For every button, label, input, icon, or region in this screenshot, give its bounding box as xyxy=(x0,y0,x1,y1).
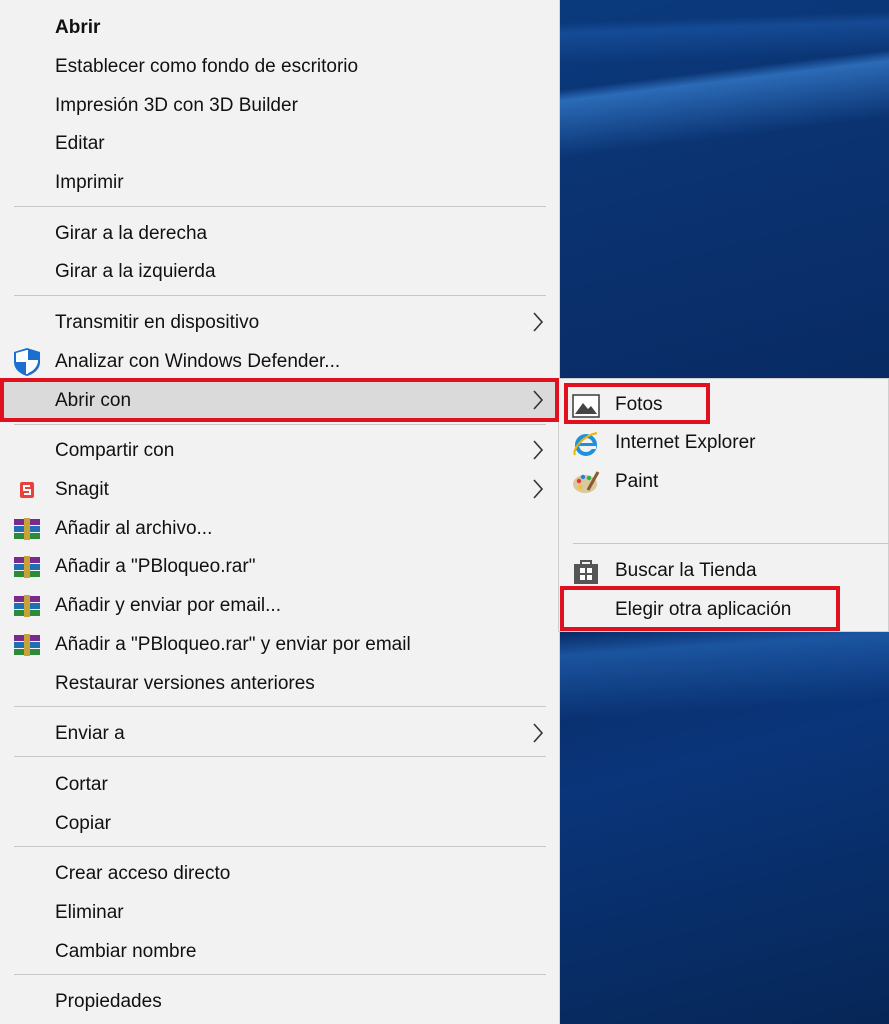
submenu-item-search-store[interactable]: Buscar la Tienda xyxy=(559,552,888,590)
menu-item-cut[interactable]: Cortar xyxy=(0,765,556,804)
winrar-icon xyxy=(12,515,42,543)
menu-item-rotate-left[interactable]: Girar a la izquierda xyxy=(0,252,556,291)
submenu-item-label: Paint xyxy=(615,471,659,492)
menu-item-restore-versions[interactable]: Restaurar versiones anteriores xyxy=(0,664,556,703)
menu-item-label: Transmitir en dispositivo xyxy=(55,311,260,333)
internet-explorer-icon xyxy=(571,430,601,458)
menu-item-properties[interactable]: Propiedades xyxy=(0,982,556,1021)
submenu-item-internet-explorer[interactable]: Internet Explorer xyxy=(559,424,888,462)
menu-item-label: Restaurar versiones anteriores xyxy=(55,672,315,694)
menu-separator xyxy=(14,706,546,707)
submenu-item-fotos[interactable]: Fotos xyxy=(559,386,888,424)
menu-item-label: Añadir a "PBloqueo.rar" xyxy=(55,555,256,577)
menu-item-label: Añadir y enviar por email... xyxy=(55,594,281,616)
menu-item-3d-print[interactable]: Impresión 3D con 3D Builder xyxy=(0,86,556,125)
snagit-icon xyxy=(12,476,42,504)
chevron-right-icon xyxy=(530,722,546,744)
chevron-right-icon xyxy=(530,478,546,500)
menu-item-label: Eliminar xyxy=(55,901,124,923)
menu-item-set-wallpaper[interactable]: Establecer como fondo de escritorio xyxy=(0,47,556,86)
winrar-icon xyxy=(12,553,42,581)
menu-item-share-with[interactable]: Compartir con xyxy=(0,431,556,470)
menu-item-copy[interactable]: Copiar xyxy=(0,804,556,843)
windows-defender-shield-icon xyxy=(12,348,42,376)
chevron-right-icon xyxy=(530,439,546,461)
chevron-right-icon xyxy=(530,389,546,411)
photos-icon xyxy=(571,392,601,420)
menu-item-label: Impresión 3D con 3D Builder xyxy=(55,94,298,116)
menu-item-editar[interactable]: Editar xyxy=(0,124,556,163)
menu-item-label: Girar a la derecha xyxy=(55,222,208,244)
menu-item-create-shortcut[interactable]: Crear acceso directo xyxy=(0,854,556,893)
menu-item-abrir[interactable]: Abrir xyxy=(0,8,556,47)
winrar-icon xyxy=(12,631,42,659)
menu-separator xyxy=(14,206,546,207)
menu-item-label: Enviar a xyxy=(55,722,125,744)
menu-item-label: Abrir con xyxy=(55,389,132,411)
paint-icon xyxy=(571,469,601,497)
menu-item-label: Snagit xyxy=(55,478,109,500)
menu-item-winrar-add-archive[interactable]: Añadir al archivo... xyxy=(0,509,556,548)
submenu-item-label: Elegir otra aplicación xyxy=(615,599,792,620)
chevron-right-icon xyxy=(530,311,546,333)
menu-item-open-with[interactable]: Abrir con xyxy=(0,381,556,420)
store-icon xyxy=(571,558,601,586)
menu-item-label: Analizar con Windows Defender... xyxy=(55,350,341,372)
menu-item-label: Girar a la izquierda xyxy=(55,260,216,282)
menu-item-rotate-right[interactable]: Girar a la derecha xyxy=(0,214,556,253)
submenu-item-label: Internet Explorer xyxy=(615,432,756,453)
menu-item-windows-defender[interactable]: Analizar con Windows Defender... xyxy=(0,342,556,381)
menu-separator xyxy=(14,424,546,425)
menu-item-label: Editar xyxy=(55,132,105,154)
submenu-item-label: Fotos xyxy=(615,394,663,415)
menu-item-label: Propiedades xyxy=(55,990,162,1012)
menu-item-label: Añadir a "PBloqueo.rar" y enviar por ema… xyxy=(55,633,411,655)
menu-item-rename[interactable]: Cambiar nombre xyxy=(0,932,556,971)
menu-item-winrar-add-pbloqueo[interactable]: Añadir a "PBloqueo.rar" xyxy=(0,547,556,586)
menu-separator xyxy=(14,756,546,757)
menu-item-label: Cambiar nombre xyxy=(55,940,197,962)
menu-item-delete[interactable]: Eliminar xyxy=(0,893,556,932)
menu-item-send-to[interactable]: Enviar a xyxy=(0,714,556,753)
open-with-submenu: Fotos Internet Explorer Paint Buscar la … xyxy=(558,378,889,632)
menu-item-label: Abrir xyxy=(55,16,101,38)
menu-item-snagit[interactable]: Snagit xyxy=(0,470,556,509)
submenu-item-paint[interactable]: Paint xyxy=(559,463,888,501)
menu-item-winrar-add-pbloqueo-email[interactable]: Añadir a "PBloqueo.rar" y enviar por ema… xyxy=(0,625,556,664)
context-menu: Abrir Establecer como fondo de escritori… xyxy=(0,0,560,1024)
menu-item-label: Compartir con xyxy=(55,439,175,461)
menu-item-winrar-add-email[interactable]: Añadir y enviar por email... xyxy=(0,586,556,625)
menu-separator xyxy=(14,295,546,296)
submenu-item-choose-other-app[interactable]: Elegir otra aplicación xyxy=(559,591,888,629)
menu-item-label: Crear acceso directo xyxy=(55,862,231,884)
menu-item-label: Copiar xyxy=(55,812,111,834)
menu-item-label: Establecer como fondo de escritorio xyxy=(55,55,359,77)
menu-item-label: Cortar xyxy=(55,773,108,795)
menu-item-label: Imprimir xyxy=(55,171,124,193)
menu-item-label: Añadir al archivo... xyxy=(55,517,213,539)
submenu-item-label: Buscar la Tienda xyxy=(615,560,757,581)
menu-item-imprimir[interactable]: Imprimir xyxy=(0,163,556,202)
menu-item-cast-to-device[interactable]: Transmitir en dispositivo xyxy=(0,303,556,342)
menu-separator xyxy=(14,846,546,847)
menu-separator xyxy=(14,974,546,975)
winrar-icon xyxy=(12,592,42,620)
submenu-separator xyxy=(573,543,889,544)
